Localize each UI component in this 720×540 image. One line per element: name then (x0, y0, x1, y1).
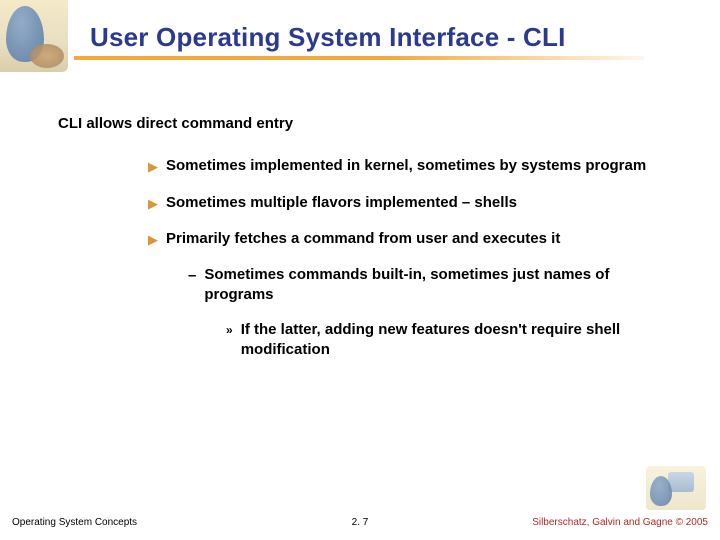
bullet-item: ▶ Sometimes implemented in kernel, somet… (148, 156, 680, 176)
bullet-text: Primarily fetches a command from user an… (166, 229, 680, 249)
lead-text: CLI allows direct command entry (58, 114, 680, 134)
raquo-marker-icon: » (226, 320, 233, 361)
sub-sub-bullet-item: » If the latter, adding new features doe… (226, 320, 680, 361)
footer-page-number: 2. 7 (352, 517, 369, 528)
bullet-text: Sometimes implemented in kernel, sometim… (166, 156, 680, 176)
bullet-text: Sometimes multiple flavors implemented –… (166, 193, 680, 213)
slide-footer: Operating System Concepts 2. 7 Silbersch… (12, 517, 708, 528)
footer-copyright: Silberschatz, Galvin and Gagne © 2005 (532, 517, 708, 528)
bullet-marker-icon: ▶ (148, 229, 158, 249)
slide-content: CLI allows direct command entry ▶ Someti… (58, 114, 680, 374)
dinosaur-logo-bottom (646, 466, 706, 510)
slide-title: User Operating System Interface - CLI (90, 22, 690, 53)
sub-sub-bullet-text: If the latter, adding new features doesn… (241, 320, 680, 361)
bullet-item: ▶ Sometimes multiple flavors implemented… (148, 193, 680, 213)
bullet-marker-icon: ▶ (148, 156, 158, 176)
dinosaur-logo-top (0, 0, 68, 72)
dash-marker-icon: – (188, 265, 196, 306)
bullet-item: ▶ Primarily fetches a command from user … (148, 229, 680, 249)
sub-bullet-item: – Sometimes commands built-in, sometimes… (188, 265, 680, 306)
sub-bullet-text: Sometimes commands built-in, sometimes j… (204, 265, 680, 306)
bullet-marker-icon: ▶ (148, 193, 158, 213)
title-underline (74, 56, 644, 60)
footer-left: Operating System Concepts (12, 517, 137, 528)
